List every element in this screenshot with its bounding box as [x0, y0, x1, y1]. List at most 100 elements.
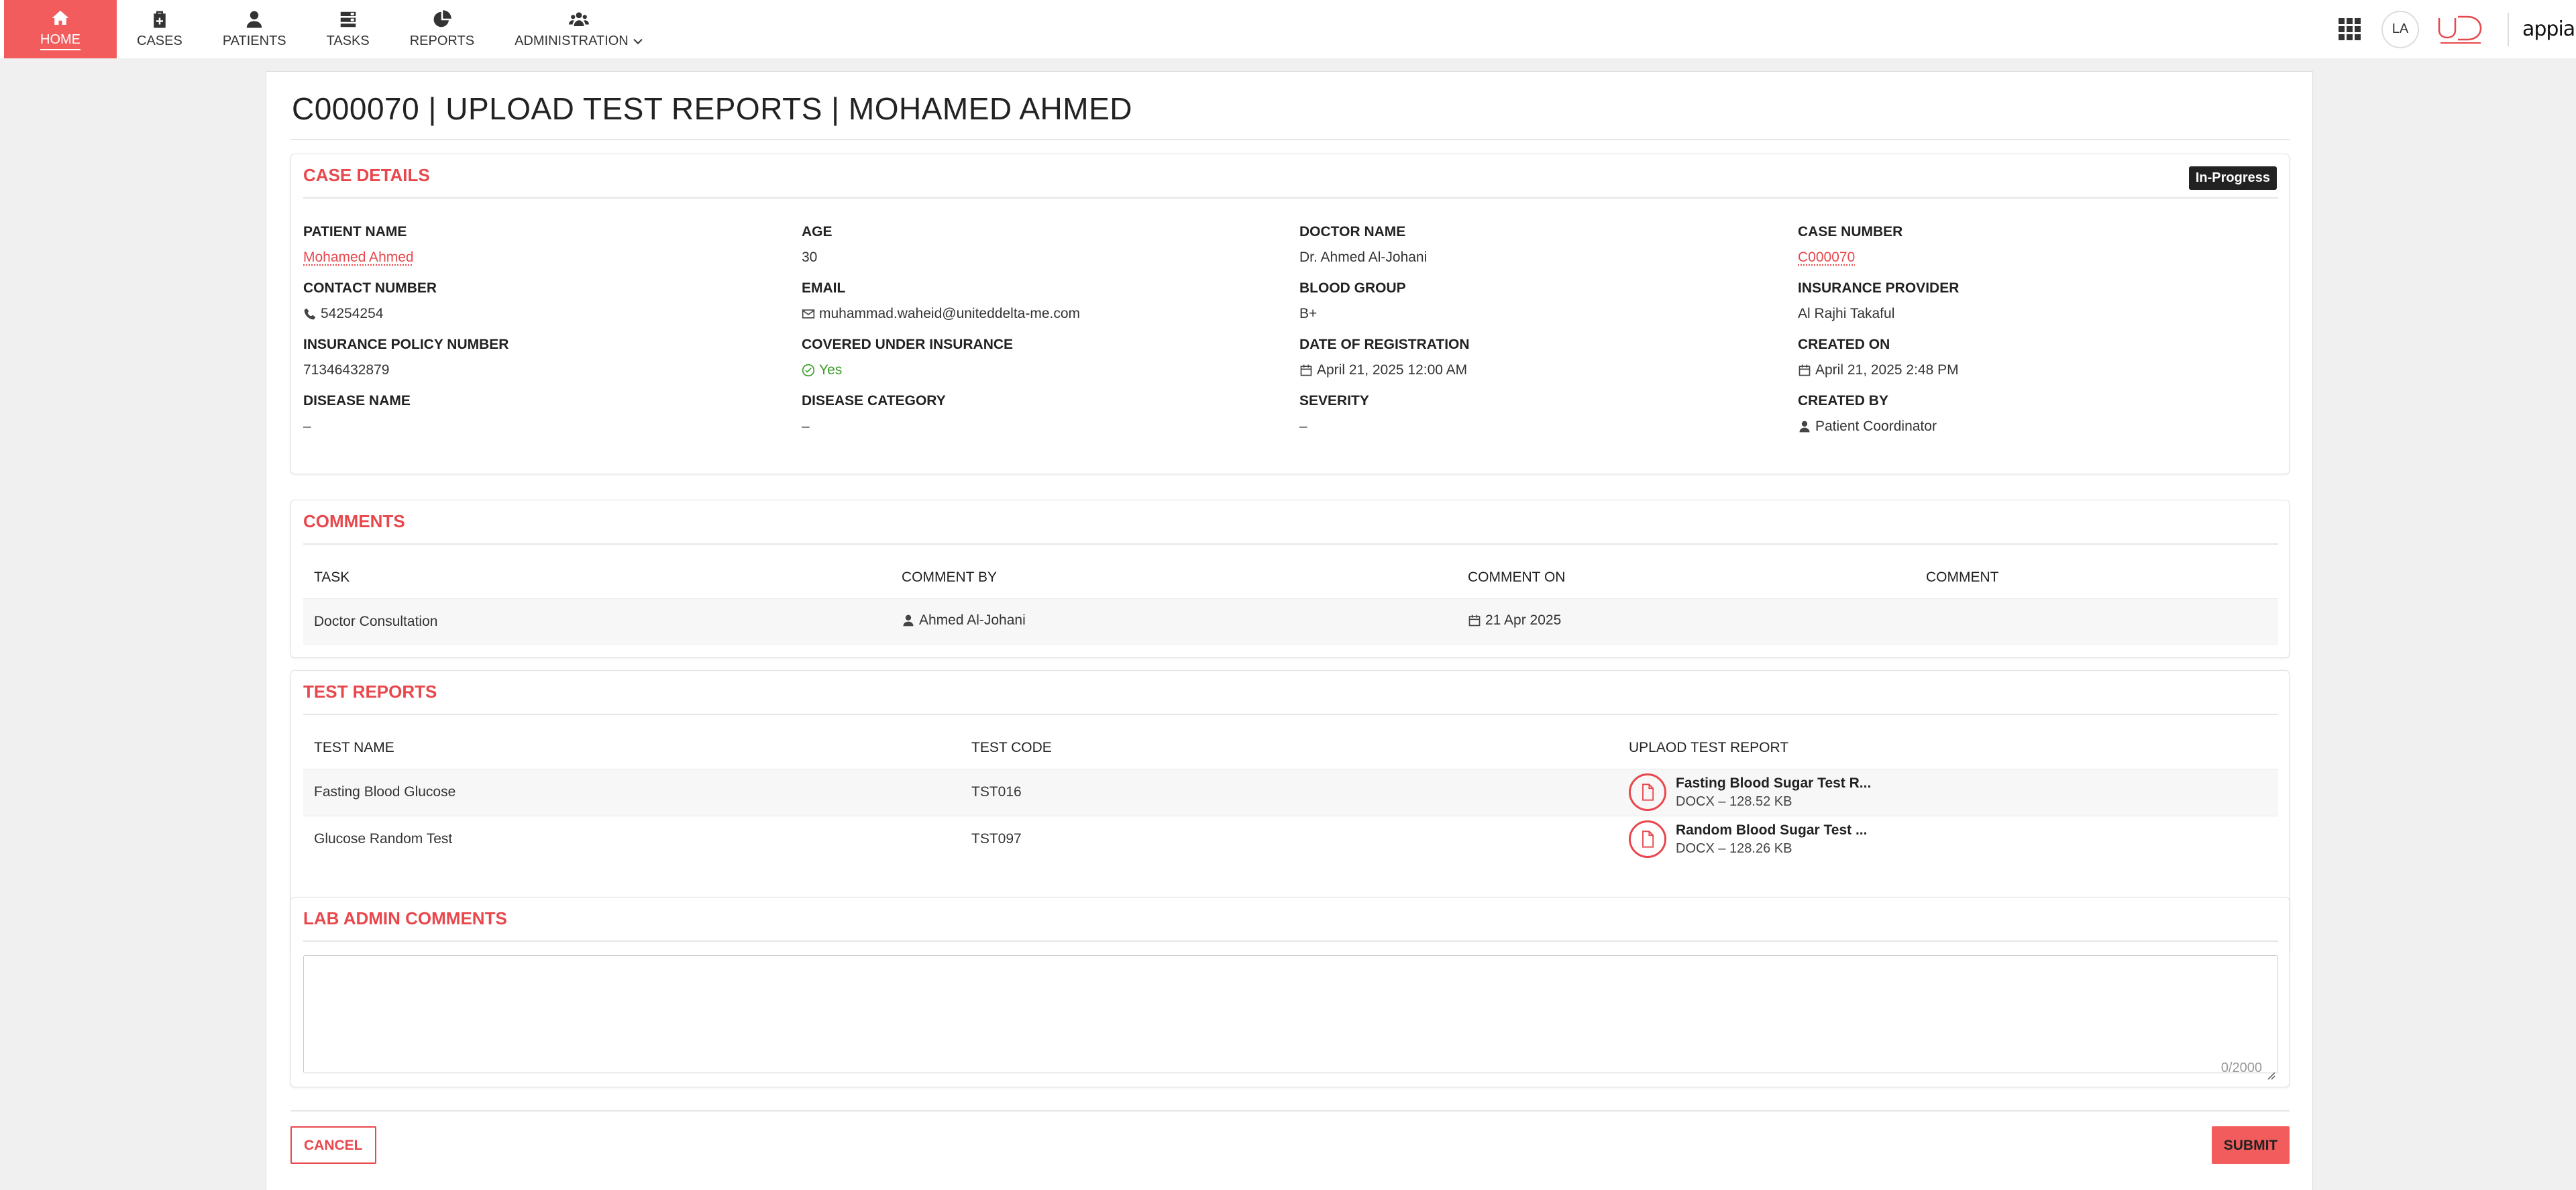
field-case-number: CASE NUMBER C000070 [1798, 224, 2267, 266]
nav-reports[interactable]: REPORTS [390, 0, 494, 58]
field-value: 71346432879 [303, 362, 773, 378]
field-label: CREATED BY [1798, 393, 2267, 409]
field-age: AGE 30 [802, 224, 1271, 266]
user-icon [1798, 420, 1811, 433]
nav-patients-label: PATIENTS [223, 34, 286, 49]
comment-on-text: 21 Apr 2025 [1485, 612, 1561, 629]
page-title: C000070 | UPLOAD TEST REPORTS | MOHAMED … [292, 91, 1132, 127]
field-email: EMAIL muhammad.waheid@uniteddelta-me.com [802, 280, 1271, 322]
nav-tasks[interactable]: TASKS [307, 0, 390, 58]
field-covered-insurance: COVERED UNDER INSURANCE Yes [802, 337, 1271, 378]
main-content: C000070 | UPLOAD TEST REPORTS | MOHAMED … [266, 71, 2313, 1190]
comment-by-text: Ahmed Al-Johani [919, 612, 1026, 629]
field-label: EMAIL [802, 280, 1271, 296]
app-grid-icon[interactable] [2339, 18, 2361, 41]
field-value: 30 [802, 250, 1271, 266]
column-header[interactable]: COMMENT [1915, 557, 2278, 598]
nav-home[interactable]: HOME [4, 0, 117, 58]
field-value: 54254254 [303, 306, 773, 322]
lab-admin-comments-section: LAB ADMIN COMMENTS 0/2000 [290, 897, 2290, 1087]
comments-section: COMMENTS TASK COMMENT BY COMMENT ON COMM… [290, 500, 2290, 658]
field-value: – [802, 419, 1271, 435]
calendar-icon [1299, 364, 1313, 377]
section-title: COMMENTS [303, 511, 405, 532]
main-nav: HOME CASES PATIENTS TASKS REPORTS ADMINI… [4, 0, 663, 58]
cell-task: Doctor Consultation [303, 598, 891, 645]
calendar-icon [1468, 614, 1481, 627]
cell-comment-on: 21 Apr 2025 [1457, 598, 1915, 645]
field-label: PATIENT NAME [303, 224, 773, 240]
column-header[interactable]: COMMENT ON [1457, 557, 1915, 598]
field-value: Dr. Ahmed Al-Johani [1299, 250, 1769, 266]
field-value: Yes [802, 362, 1271, 378]
user-icon [902, 614, 915, 627]
field-value: – [303, 419, 773, 435]
column-header[interactable]: TEST NAME [303, 727, 961, 769]
patient-name-link[interactable]: Mohamed Ahmed [303, 250, 773, 266]
divider [2508, 13, 2509, 46]
status-badge: In-Progress [2189, 166, 2277, 190]
lab-admin-comments-input[interactable] [303, 955, 2278, 1073]
cell-upload: Fasting Blood Sugar Test R... DOCX – 128… [1618, 769, 2278, 816]
uploaded-file[interactable]: Random Blood Sugar Test ... DOCX – 128.2… [1629, 820, 2267, 858]
case-number-link[interactable]: C000070 [1798, 250, 2267, 266]
cell-test-code: TST097 [961, 816, 1618, 863]
section-divider [303, 940, 2278, 942]
tasks-icon [338, 9, 358, 30]
file-meta: DOCX – 128.26 KB [1676, 841, 1867, 857]
field-value: Patient Coordinator [1798, 419, 2267, 435]
table-row: Doctor Consultation Ahmed Al-Johani 21 A… [303, 598, 2278, 645]
contact-number-text: 54254254 [321, 306, 383, 322]
comments-table: TASK COMMENT BY COMMENT ON COMMENT Docto… [303, 557, 2278, 645]
created-on-text: April 21, 2025 2:48 PM [1815, 362, 1959, 378]
field-disease-name: DISEASE NAME – [303, 393, 773, 435]
field-label: INSURANCE POLICY NUMBER [303, 337, 773, 353]
table-header-row: TEST NAME TEST CODE UPLAOD TEST REPORT [303, 727, 2278, 769]
nav-administration[interactable]: ADMINISTRATION [494, 0, 663, 58]
field-disease-category: DISEASE CATEGORY – [802, 393, 1271, 435]
field-doctor-name: DOCTOR NAME Dr. Ahmed Al-Johani [1299, 224, 1769, 266]
nav-cases[interactable]: CASES [117, 0, 203, 58]
user-avatar[interactable]: LA [2381, 11, 2419, 48]
nav-patients[interactable]: PATIENTS [203, 0, 307, 58]
phone-icon [303, 307, 317, 321]
character-counter: 0/2000 [2221, 1061, 2262, 1076]
title-divider [290, 139, 2290, 140]
field-label: CASE NUMBER [1798, 224, 2267, 240]
cancel-button[interactable]: CANCEL [290, 1126, 376, 1164]
field-label: BLOOD GROUP [1299, 280, 1769, 296]
medical-case-icon [150, 9, 170, 30]
column-header[interactable]: TASK [303, 557, 891, 598]
uploaded-file[interactable]: Fasting Blood Sugar Test R... DOCX – 128… [1629, 773, 2267, 811]
users-cog-icon [569, 9, 589, 30]
field-label: DATE OF REGISTRATION [1299, 337, 1769, 353]
field-value: – [1299, 419, 1769, 435]
field-value: Al Rajhi Takaful [1798, 306, 2267, 322]
nav-tasks-label: TASKS [327, 34, 370, 49]
file-icon [1629, 820, 1666, 858]
cell-comment [1915, 598, 2278, 645]
person-icon [244, 9, 264, 30]
resize-handle-icon[interactable] [2265, 1069, 2275, 1080]
file-name: Random Blood Sugar Test ... [1676, 822, 1867, 839]
column-header[interactable]: UPLAOD TEST REPORT [1618, 727, 2278, 769]
section-divider [303, 543, 2278, 545]
file-meta: DOCX – 128.52 KB [1676, 794, 1871, 810]
table-row: Fasting Blood Glucose TST016 Fasting Blo… [303, 769, 2278, 816]
field-label: AGE [802, 224, 1271, 240]
field-created-by: CREATED BY Patient Coordinator [1798, 393, 2267, 435]
created-by-text: Patient Coordinator [1815, 419, 1937, 435]
submit-button[interactable]: SUBMIT [2212, 1126, 2290, 1164]
cell-test-name: Fasting Blood Glucose [303, 769, 961, 816]
top-right-tools: LA appian [2339, 0, 2576, 58]
column-header[interactable]: COMMENT BY [891, 557, 1457, 598]
case-details-section: CASE DETAILS In-Progress PATIENT NAME Mo… [290, 154, 2290, 474]
field-label: INSURANCE PROVIDER [1798, 280, 2267, 296]
file-name: Fasting Blood Sugar Test R... [1676, 775, 1871, 792]
column-header[interactable]: TEST CODE [961, 727, 1618, 769]
home-icon [50, 8, 70, 28]
table-row: Glucose Random Test TST097 Random Blood … [303, 816, 2278, 863]
cell-upload: Random Blood Sugar Test ... DOCX – 128.2… [1618, 816, 2278, 863]
chevron-down-icon [633, 36, 643, 47]
cell-test-code: TST016 [961, 769, 1618, 816]
